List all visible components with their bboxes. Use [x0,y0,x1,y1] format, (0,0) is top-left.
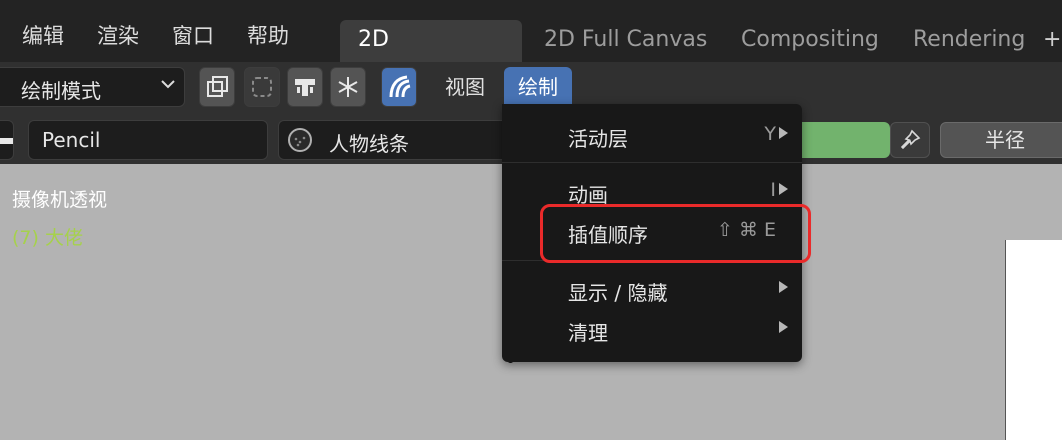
menu-item-cleanup[interactable]: 清理 [502,309,802,347]
mode-select-label: 绘制模式 [21,79,101,103]
viewport-view-label: 摄像机透视 [12,189,108,211]
material-color-swatch[interactable] [790,122,890,158]
guides-toggle[interactable] [287,67,323,107]
submenu-arrow-icon [779,183,788,195]
menu-item-label: 活动层 [568,127,628,151]
brush-name: Pencil [42,128,101,152]
menu-edit[interactable]: 编辑 [22,20,64,50]
stroke-curves-icon [389,75,411,98]
brush-icon-field[interactable] [0,120,14,160]
add-workspace-button[interactable]: + [1035,20,1062,62]
brush-field[interactable]: Pencil [28,120,268,160]
tab-2d-full-canvas[interactable]: 2D Full Canvas [526,20,725,62]
menu-item-shortcut: I [770,179,776,201]
tab-2d-animation[interactable]: 2D Animation [340,20,522,92]
annotation-highlight-box [540,204,811,263]
menu-item-shortcut: Y [764,123,776,145]
mode-select[interactable]: 绘制模式 [0,67,185,107]
drawing-canvas-sheet [1005,240,1062,440]
pin-icon [900,129,921,150]
menu-item-label: 清理 [568,321,608,345]
menu-divider [502,162,802,163]
menu-draw[interactable]: 绘制 [504,67,572,107]
dashed-selection-icon [252,77,272,97]
snowflake-icon [338,77,358,97]
radius-button[interactable]: 半径 [940,122,1062,158]
snowflake-toggle[interactable] [330,67,366,107]
menu-window[interactable]: 窗口 [172,20,214,50]
menu-item-active-layer[interactable]: 活动层 Y [502,115,802,153]
stroke-placement-toggle[interactable] [381,67,417,107]
submenu-arrow-icon [779,321,788,333]
tab-compositing[interactable]: Compositing [723,20,897,62]
top-bar: 编辑 渲染 窗口 帮助 2D Animation 2D Full Canvas … [0,0,1062,92]
multiframe-toggle[interactable] [199,67,235,107]
submenu-arrow-icon [779,281,788,293]
menu-item-label: 显示 / 隐藏 [568,281,668,305]
material-field[interactable]: 人物线条 [278,120,508,160]
menu-item-show-hide[interactable]: 显示 / 隐藏 [502,269,802,307]
select-toggle[interactable] [244,67,280,107]
brush-icon [0,138,13,144]
ruler-guide-icon [295,79,315,96]
pin-button[interactable] [890,122,930,158]
material-sphere-icon [288,128,312,152]
menu-view[interactable]: 视图 [431,67,499,107]
viewport-object-label: (7) 大佬 [12,227,83,249]
tab-rendering[interactable]: Rendering [895,20,1043,62]
material-name: 人物线条 [329,132,409,156]
multiframe-icon [207,76,228,97]
chevron-down-icon [161,80,175,89]
menu-help[interactable]: 帮助 [247,20,289,50]
menu-render[interactable]: 渲染 [97,20,139,50]
submenu-arrow-icon [779,127,788,139]
